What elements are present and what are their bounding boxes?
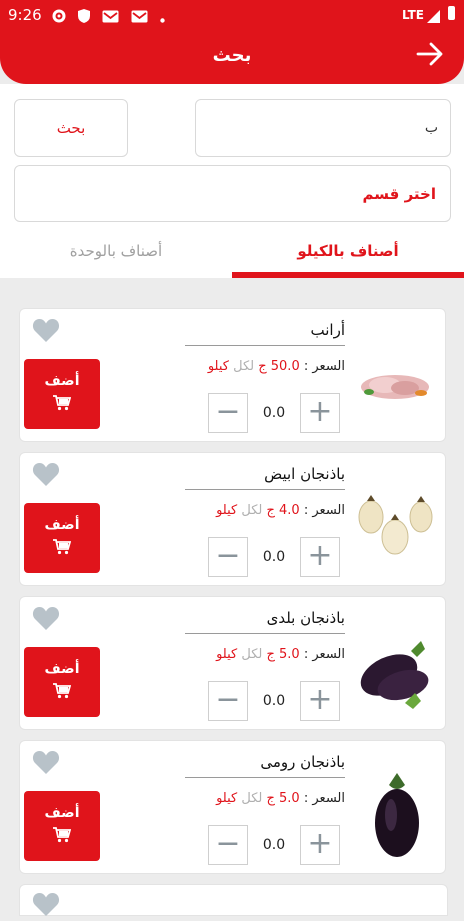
product-card: أضف أرانب السعر : 50.0 ج لكل كيلو − 0.0 … bbox=[19, 308, 446, 442]
price-unit: كيلو bbox=[216, 647, 238, 662]
product-card: أضف باذنجان ابيض السعر : 4.0 ج لكل كيلو … bbox=[19, 452, 446, 586]
tab-unit-items[interactable]: أصناف بالوحدة bbox=[0, 228, 232, 274]
product-card: أضف باذنجان بلدى السعر : 5.0 ج لكل كيلو … bbox=[19, 596, 446, 730]
price-unit: كيلو bbox=[207, 359, 229, 374]
quantity-stepper: − 0.0 + bbox=[208, 537, 340, 579]
price-per: لكل bbox=[241, 791, 263, 806]
decrease-quantity-button[interactable]: − bbox=[208, 681, 248, 721]
app-header: 9:26 LTE بحث bbox=[0, 0, 464, 84]
product-image-rabbit bbox=[355, 335, 435, 425]
product-price: السعر : 4.0 ج لكل كيلو bbox=[145, 503, 345, 518]
favorite-heart-icon[interactable] bbox=[32, 749, 60, 775]
product-list[interactable]: أضف أرانب السعر : 50.0 ج لكل كيلو − 0.0 … bbox=[0, 278, 464, 916]
status-bar: 9:26 LTE bbox=[0, 0, 464, 30]
price-value: 50.0 ج bbox=[258, 359, 300, 374]
price-unit: كيلو bbox=[216, 791, 238, 806]
add-to-cart-button[interactable]: أضف bbox=[24, 791, 100, 861]
signal-icon bbox=[427, 8, 440, 27]
product-price: السعر : 5.0 ج لكل كيلو bbox=[145, 791, 345, 806]
tab-kilo-items[interactable]: أصناف بالكيلو bbox=[232, 228, 464, 274]
price-value: 5.0 ج bbox=[266, 791, 300, 806]
increase-quantity-button[interactable]: + bbox=[300, 393, 340, 433]
quantity-value: 0.0 bbox=[262, 693, 286, 709]
add-to-cart-button[interactable]: أضف bbox=[24, 647, 100, 717]
quantity-stepper: − 0.0 + bbox=[208, 681, 340, 723]
notification-icons bbox=[52, 7, 172, 23]
cart-icon bbox=[53, 395, 72, 415]
favorite-heart-icon[interactable] bbox=[32, 605, 60, 631]
product-card bbox=[19, 884, 448, 916]
product-price: السعر : 50.0 ج لكل كيلو bbox=[145, 359, 345, 374]
settings-icon bbox=[52, 8, 66, 27]
price-label: السعر : bbox=[303, 647, 345, 662]
quantity-value: 0.0 bbox=[262, 405, 286, 421]
status-time: 9:26 bbox=[8, 6, 42, 24]
cart-icon bbox=[53, 827, 72, 847]
price-per: لكل bbox=[241, 647, 263, 662]
price-per: لكل bbox=[233, 359, 255, 374]
network-label: LTE bbox=[401, 8, 424, 22]
price-label: السعر : bbox=[303, 359, 345, 374]
shield-icon bbox=[78, 8, 91, 27]
gmail-icon bbox=[102, 8, 119, 27]
dot-icon bbox=[160, 8, 166, 27]
add-button-label: أضف bbox=[44, 805, 80, 821]
product-image-local-eggplant bbox=[355, 623, 435, 713]
product-name: باذنجان ابيض bbox=[185, 465, 345, 490]
quantity-value: 0.0 bbox=[262, 549, 286, 565]
decrease-quantity-button[interactable]: − bbox=[208, 393, 248, 433]
add-button-label: أضف bbox=[44, 373, 80, 389]
favorite-heart-icon[interactable] bbox=[32, 461, 60, 487]
search-input[interactable] bbox=[195, 99, 451, 157]
price-unit: كيلو bbox=[216, 503, 238, 518]
increase-quantity-button[interactable]: + bbox=[300, 681, 340, 721]
decrease-quantity-button[interactable]: − bbox=[208, 825, 248, 865]
quantity-value: 0.0 bbox=[262, 837, 286, 853]
back-arrow-icon[interactable] bbox=[416, 41, 444, 67]
price-label: السعر : bbox=[303, 503, 345, 518]
increase-quantity-button[interactable]: + bbox=[300, 825, 340, 865]
favorite-heart-icon[interactable] bbox=[32, 891, 60, 917]
price-value: 5.0 ج bbox=[266, 647, 300, 662]
increase-quantity-button[interactable]: + bbox=[300, 537, 340, 577]
product-name: باذنجان بلدى bbox=[185, 609, 345, 634]
product-image-white-eggplant bbox=[355, 479, 435, 569]
page-title: بحث bbox=[212, 45, 252, 66]
product-price: السعر : 5.0 ج لكل كيلو bbox=[145, 647, 345, 662]
price-value: 4.0 ج bbox=[266, 503, 300, 518]
category-select[interactable]: اختر قسم bbox=[14, 165, 451, 222]
quantity-stepper: − 0.0 + bbox=[208, 393, 340, 435]
tabs-bar: أصناف بالكيلو أصناف بالوحدة bbox=[0, 228, 464, 278]
add-to-cart-button[interactable]: أضف bbox=[24, 359, 100, 429]
price-label: السعر : bbox=[303, 791, 345, 806]
decrease-quantity-button[interactable]: − bbox=[208, 537, 248, 577]
add-to-cart-button[interactable]: أضف bbox=[24, 503, 100, 573]
product-name: باذنجان رومى bbox=[185, 753, 345, 778]
add-button-label: أضف bbox=[44, 517, 80, 533]
search-button[interactable]: بحث bbox=[14, 99, 128, 157]
add-button-label: أضف bbox=[44, 661, 80, 677]
product-image-roman-eggplant bbox=[355, 767, 435, 857]
price-per: لكل bbox=[241, 503, 263, 518]
cart-icon bbox=[53, 683, 72, 703]
favorite-heart-icon[interactable] bbox=[32, 317, 60, 343]
battery-icon bbox=[448, 6, 455, 20]
product-name: أرانب bbox=[185, 321, 345, 346]
cart-icon bbox=[53, 539, 72, 559]
product-card: أضف باذنجان رومى السعر : 5.0 ج لكل كيلو … bbox=[19, 740, 446, 874]
gmail-icon bbox=[131, 8, 148, 27]
quantity-stepper: − 0.0 + bbox=[208, 825, 340, 867]
